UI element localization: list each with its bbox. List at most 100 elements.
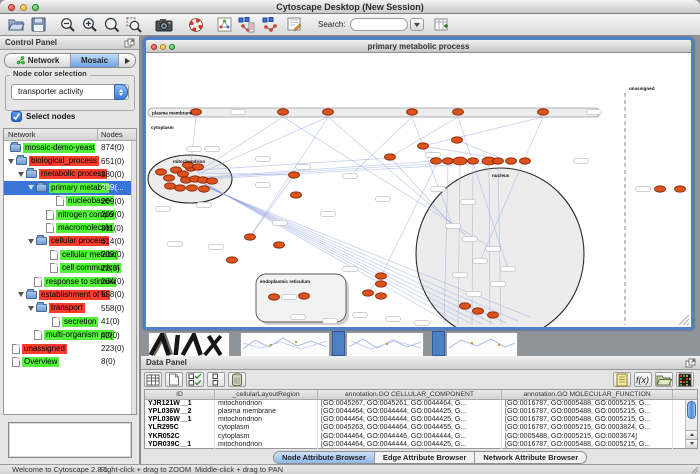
network-node[interactable] (493, 158, 504, 164)
table-row[interactable]: YPL036W__2plasma membrane[GO:0044464, GO… (145, 408, 697, 416)
network-node[interactable] (178, 171, 189, 177)
tree-col-network[interactable]: Network (4, 129, 98, 140)
tree-row[interactable]: mosaic-demo-yeast874(0) (4, 141, 136, 154)
network-node[interactable] (175, 185, 186, 191)
tab-edge-attribute-browser[interactable]: Edge Attribute Browser (375, 452, 475, 463)
network-node[interactable] (376, 273, 387, 279)
tree-row[interactable]: cellular metabo209(0) (4, 248, 136, 261)
tab-mosaic[interactable]: Mosaic (71, 54, 119, 67)
tree-scrollbar[interactable] (131, 141, 136, 414)
tree-row[interactable]: unassigned223(0) (4, 342, 136, 355)
unselect-attr-icon[interactable] (207, 372, 225, 387)
zoom-fit-icon[interactable] (102, 15, 122, 34)
col-molecular-function[interactable]: annotation.GO MOLECULAR_FUNCTION (502, 390, 673, 399)
disclosure-triangle-icon[interactable] (18, 172, 24, 177)
table-row[interactable]: YPL036W__1mitochondrion[GO:0044464, GO:0… (145, 416, 697, 424)
tree-col-nodes[interactable]: Nodes (98, 129, 136, 140)
minimize-window-icon[interactable] (20, 4, 27, 11)
network-node[interactable] (675, 186, 686, 192)
network-node[interactable] (193, 164, 204, 170)
minimize-view-icon[interactable] (160, 44, 166, 50)
float-panel-icon[interactable] (685, 358, 696, 368)
zoom-selected-icon[interactable] (124, 15, 144, 34)
network-node[interactable] (468, 158, 479, 164)
network-node[interactable] (520, 158, 531, 164)
search-input[interactable] (350, 18, 408, 31)
network-node[interactable] (245, 234, 256, 240)
disclosure-triangle-icon[interactable] (28, 239, 34, 244)
formula-icon[interactable]: f(x) (634, 372, 652, 387)
table-row[interactable]: YJR121W__1mitochondrion[GO:0045267, GO:0… (145, 400, 697, 408)
network-overview-icon[interactable] (214, 15, 234, 34)
network-node[interactable] (431, 158, 442, 164)
new-attr-icon[interactable] (165, 372, 183, 387)
network-node[interactable] (473, 308, 484, 314)
tree-row[interactable]: cell communicat22(0) (4, 262, 136, 275)
layout-b-icon[interactable] (260, 15, 280, 34)
table-scrollbar[interactable] (685, 400, 697, 448)
tree-row[interactable]: nitrogen compo209(0) (4, 208, 136, 221)
network-node[interactable] (443, 158, 454, 164)
delete-attr-icon[interactable] (228, 372, 246, 387)
table-row[interactable]: YDR039C__1mitochondrion[GO:0044464, GO:0… (145, 441, 697, 449)
network-node[interactable] (156, 169, 167, 175)
tab-network[interactable]: Network (5, 54, 71, 67)
zoom-out-icon[interactable] (58, 15, 78, 34)
tree-row[interactable]: multi-organism pro42(0) (4, 328, 136, 341)
snapshot-icon[interactable] (154, 15, 174, 34)
network-node[interactable] (376, 281, 387, 287)
network-canvas[interactable]: plasma membranecytoplasmmitochondrionnuc… (146, 53, 691, 327)
tab-node-attribute-browser[interactable]: Node Attribute Browser (274, 452, 375, 463)
vizmapper-icon[interactable] (284, 15, 304, 34)
disclosure-triangle-icon[interactable] (28, 306, 34, 311)
notes-icon[interactable] (613, 372, 631, 387)
col-cellular-component[interactable]: annotation.GO CELLULAR_COMPONENT (318, 390, 502, 399)
background-window[interactable] (148, 332, 230, 356)
network-node[interactable] (269, 294, 280, 300)
network-node[interactable] (289, 172, 300, 178)
disclosure-triangle-icon[interactable] (8, 159, 14, 164)
tree-row[interactable]: biological_process651(0) (4, 154, 136, 167)
network-node[interactable] (453, 109, 464, 115)
tree-row[interactable]: primary metabo209(... (4, 181, 136, 194)
import-icon[interactable] (655, 372, 673, 387)
network-node[interactable] (418, 143, 429, 149)
new-table-icon[interactable] (432, 15, 452, 34)
tree-row[interactable]: cellular process614(0) (4, 235, 136, 248)
node-color-dropdown[interactable]: transporter activity (11, 84, 129, 100)
network-node[interactable] (291, 192, 302, 198)
open-icon[interactable] (6, 15, 26, 34)
scrollbar-thumb[interactable] (687, 401, 696, 419)
select-nodes-checkbox[interactable] (11, 111, 22, 122)
network-node[interactable] (488, 312, 499, 318)
tree-row[interactable]: transport558(0) (4, 302, 136, 315)
zoom-in-icon[interactable] (80, 15, 100, 34)
network-node[interactable] (164, 175, 175, 181)
network-node[interactable] (165, 183, 176, 189)
network-node[interactable] (538, 109, 549, 115)
table-row[interactable]: YKR052Ccytoplasm[GO:0044464, GO:0044446,… (145, 433, 697, 441)
zoom-view-icon[interactable] (169, 44, 175, 50)
tree-row[interactable]: metabolic process280(0) (4, 168, 136, 181)
matrix-icon[interactable] (676, 372, 694, 387)
network-node[interactable] (207, 178, 218, 184)
float-panel-icon[interactable] (124, 38, 135, 48)
tree-row[interactable]: establishment of lo558(0) (4, 288, 136, 301)
tab-network-attribute-browser[interactable]: Network Attribute Browser (475, 452, 586, 463)
scroll-down-icon[interactable] (686, 439, 697, 448)
network-node[interactable] (407, 109, 418, 115)
network-node[interactable] (452, 137, 463, 143)
layout-a-icon[interactable] (236, 15, 256, 34)
background-window[interactable] (446, 332, 518, 356)
network-node[interactable] (655, 186, 666, 192)
disclosure-triangle-icon[interactable] (18, 292, 24, 297)
table-row[interactable]: YLR295Ccytoplasm[GO:0045263, GO:0044464,… (145, 424, 697, 432)
background-window[interactable] (240, 332, 330, 356)
tree-row[interactable]: response to stimulu264(0) (4, 275, 136, 288)
network-node[interactable] (227, 257, 238, 263)
attr-table-icon[interactable] (144, 372, 162, 387)
network-node[interactable] (385, 154, 396, 160)
network-node[interactable] (506, 158, 517, 164)
tree-row[interactable]: Overview8(0) (4, 355, 136, 368)
search-options-button[interactable] (410, 18, 424, 31)
